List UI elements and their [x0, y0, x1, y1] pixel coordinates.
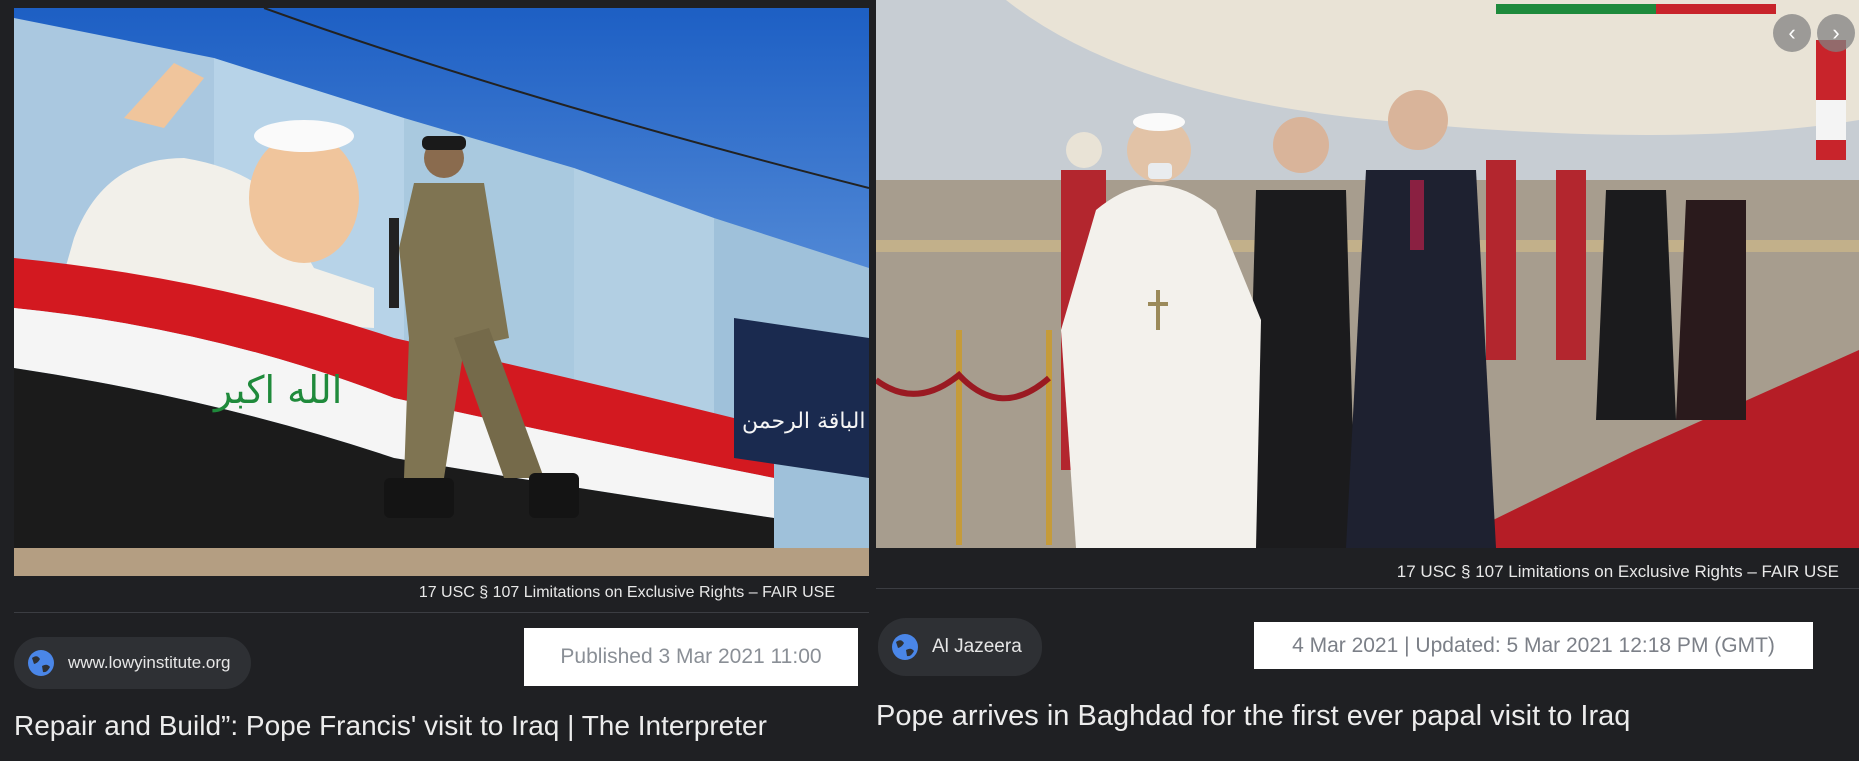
result-title[interactable]: Pope arrives in Baghdad for the first ev…	[876, 700, 1630, 733]
publish-date: 4 Mar 2021 | Updated: 5 Mar 2021 12:18 P…	[1254, 622, 1813, 669]
arrival-photo-graphic	[876, 0, 1859, 548]
mural-photo[interactable]: الله اكبر الباقة الرحمن	[14, 8, 869, 576]
mural-photo-graphic: الله اكبر الباقة الرحمن	[14, 8, 869, 576]
chevron-left-icon[interactable]: ‹	[1773, 14, 1811, 52]
mural-text: الله اكبر	[212, 368, 342, 413]
divider	[876, 588, 1859, 589]
search-result-lowy[interactable]: الله اكبر الباقة الرحمن 17 USC § 107 Lim…	[0, 0, 875, 761]
publish-date: Published 3 Mar 2021 11:00	[524, 628, 858, 686]
fair-use-notice: 17 USC § 107 Limitations on Exclusive Ri…	[1396, 562, 1839, 581]
source-name: www.lowyinstitute.org	[68, 653, 231, 672]
globe-icon	[890, 632, 920, 662]
fair-use-notice: 17 USC § 107 Limitations on Exclusive Ri…	[418, 584, 835, 601]
search-result-aljazeera[interactable]: ‹ › 17 USC § 107 Limitations on Exclusiv…	[876, 0, 1859, 761]
chevron-right-icon[interactable]: ›	[1817, 14, 1855, 52]
source-chip[interactable]: www.lowyinstitute.org	[14, 637, 251, 689]
result-title[interactable]: Repair and Build”: Pope Francis' visit t…	[14, 710, 767, 742]
globe-icon	[26, 648, 56, 678]
source-chip[interactable]: Al Jazeera	[878, 618, 1042, 676]
arrival-photo[interactable]: ‹ ›	[876, 0, 1859, 548]
source-name: Al Jazeera	[932, 636, 1022, 657]
divider	[14, 612, 869, 613]
sign-text: الباقة الرحمن	[742, 409, 865, 434]
